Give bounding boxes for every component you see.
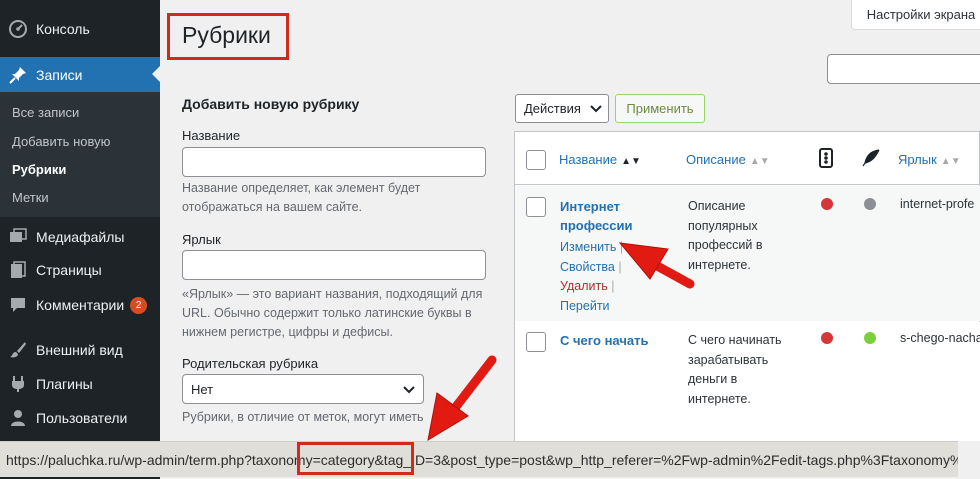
status-url: https://paluchka.ru/wp-admin/term.php?ta… — [6, 451, 958, 468]
annotation-arrows — [427, 242, 695, 442]
red-arrow-icon — [618, 242, 695, 289]
browser-status-bar: https://paluchka.ru/wp-admin/term.php?ta… — [0, 441, 958, 477]
red-arrow-icon — [427, 355, 497, 442]
url-highlight-box — [297, 442, 414, 475]
